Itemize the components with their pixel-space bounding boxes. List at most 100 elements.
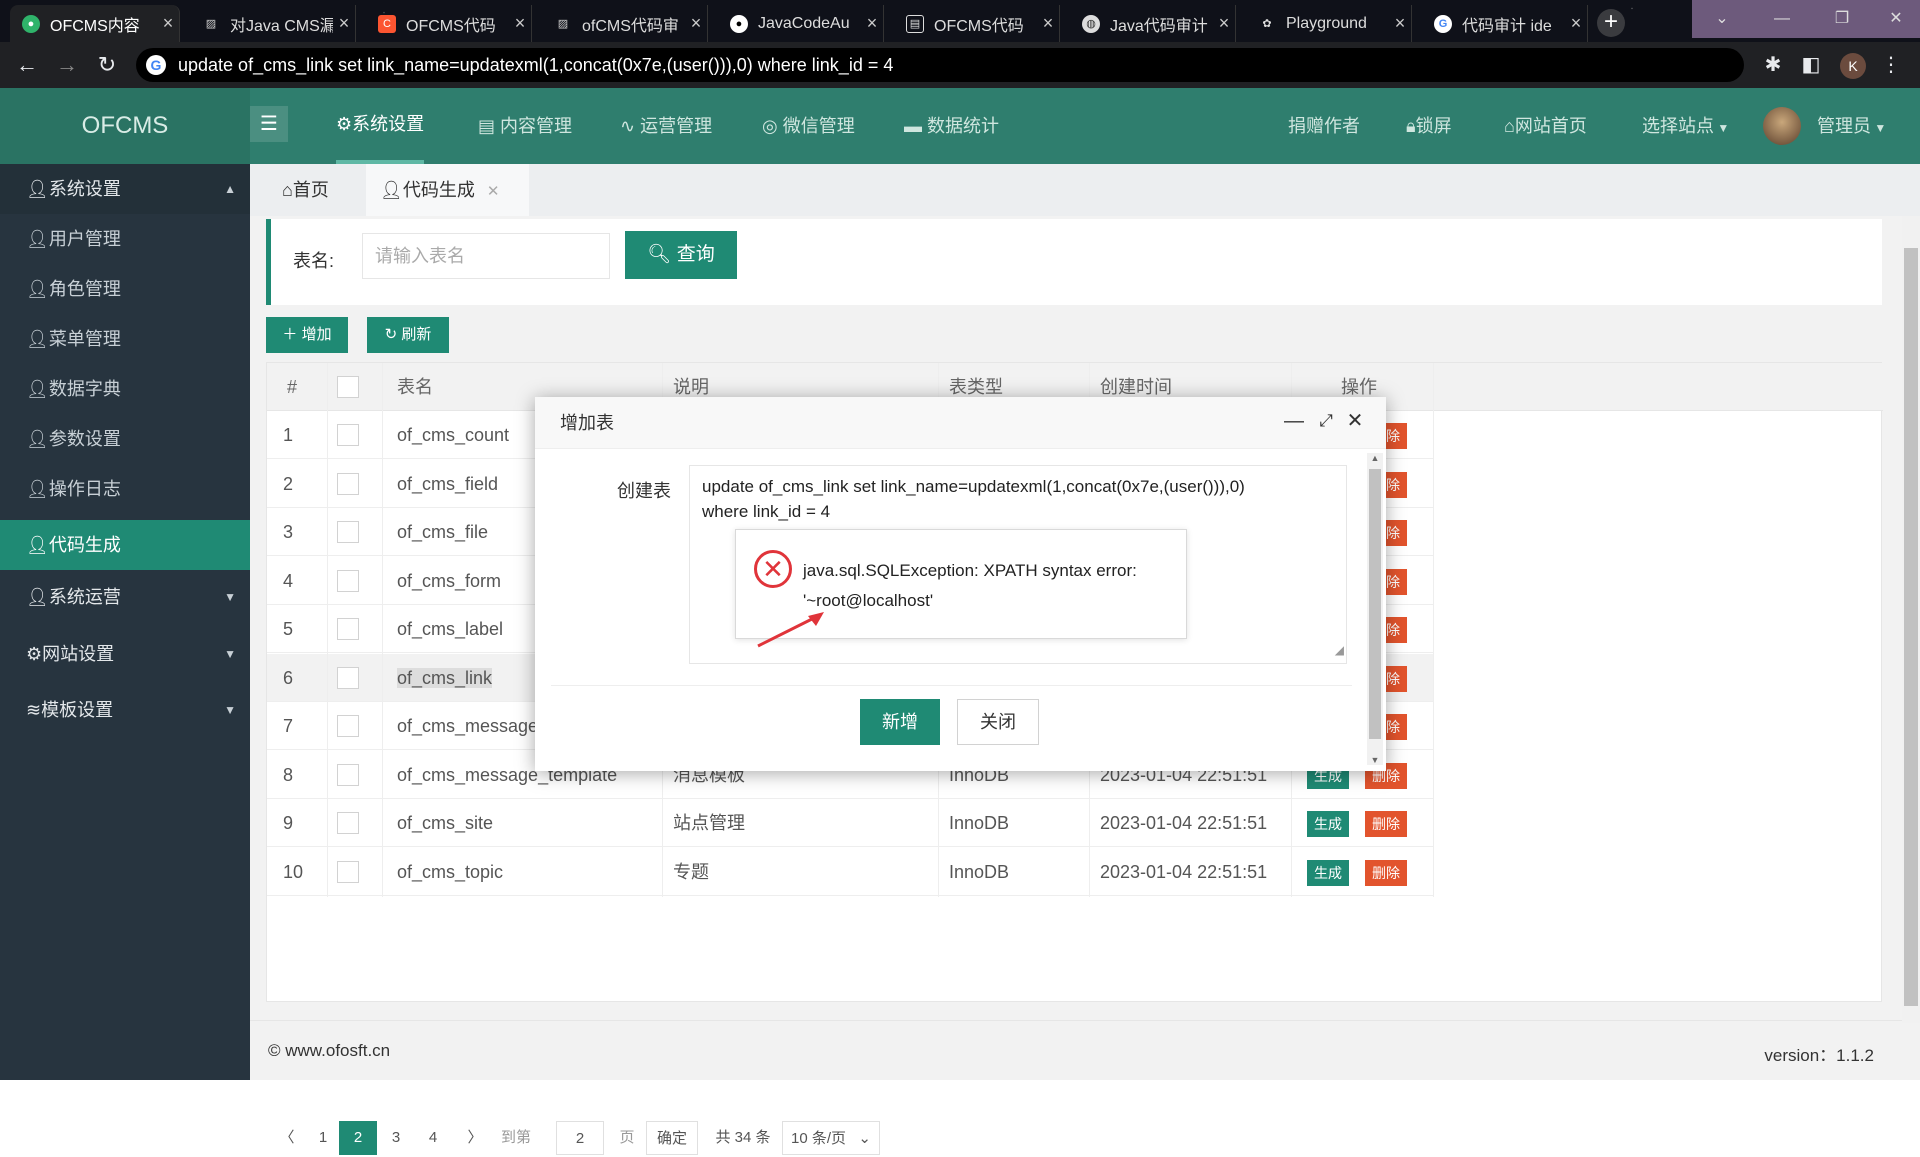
page-2-current[interactable]: 2 xyxy=(339,1121,377,1155)
browser-tab-3[interactable]: ▨ ofCMS代码审 × xyxy=(542,5,708,42)
row-checkbox[interactable] xyxy=(337,812,359,834)
row-checkbox[interactable] xyxy=(337,666,359,689)
close-window-icon[interactable]: ✕ xyxy=(1872,0,1920,38)
close-icon[interactable]: × xyxy=(1565,13,1587,34)
sidebar-item-dictionary[interactable]: 👤︎数据字典 xyxy=(0,364,250,414)
new-tab-button[interactable]: + xyxy=(1597,9,1625,37)
table-row[interactable]: 10 of_cms_topic 专题 InnoDB 2023-01-04 22:51:5… xyxy=(267,848,1433,896)
delete-button[interactable]: 删除 xyxy=(1365,859,1407,886)
browser-tab-5[interactable]: ▤ OFCMS代码 × xyxy=(894,5,1060,42)
sidebar-item-users[interactable]: 👤︎用户管理 xyxy=(0,214,250,264)
refresh-button[interactable]: ↻ 刷新 xyxy=(367,317,449,353)
sidebar-group-system[interactable]: 👤︎系统设置 ▲ xyxy=(0,164,250,214)
page-3[interactable]: 3 xyxy=(383,1121,409,1155)
minimize-icon[interactable]: — xyxy=(1282,409,1306,433)
scroll-up-icon[interactable]: ▲ xyxy=(1367,453,1383,463)
extensions-icon[interactable]: ✱ xyxy=(1758,50,1788,80)
row-checkbox[interactable] xyxy=(337,569,359,592)
select-all-checkbox[interactable] xyxy=(337,376,359,398)
dialog-close-button[interactable]: 关闭 xyxy=(957,699,1039,745)
row-checkbox[interactable] xyxy=(337,521,359,543)
dialog-scrollbar[interactable]: ▲ ▼ xyxy=(1367,453,1383,765)
row-checkbox[interactable] xyxy=(337,472,359,495)
add-submit-button[interactable]: 新增 xyxy=(860,699,940,745)
row-checkbox[interactable] xyxy=(337,860,359,883)
browser-tab-7[interactable]: ✿ Playground × xyxy=(1246,5,1412,42)
close-icon[interactable]: × xyxy=(685,13,707,34)
browser-tab-4[interactable]: ● JavaCodeAu × xyxy=(718,5,884,42)
page-tab-home[interactable]: ⌂首页 xyxy=(268,164,343,216)
forward-icon[interactable]: → xyxy=(52,50,82,80)
close-icon[interactable]: × xyxy=(333,13,355,34)
browser-tab-6[interactable]: ◍ Java代码审计 × xyxy=(1070,5,1236,42)
close-icon[interactable]: × xyxy=(1037,13,1059,34)
maximize-icon[interactable]: ⤢ xyxy=(1314,409,1338,433)
generate-button[interactable]: 生成 xyxy=(1307,811,1349,837)
page-1[interactable]: 1 xyxy=(310,1121,336,1155)
row-checkbox[interactable] xyxy=(337,618,359,640)
sidebar-group-templates[interactable]: ≋模板设置 ▼ xyxy=(0,685,250,735)
close-icon[interactable]: × xyxy=(157,13,179,34)
scroll-down-icon[interactable]: ▼ xyxy=(1367,755,1383,765)
next-page-icon[interactable]: 〉 xyxy=(462,1121,488,1155)
browser-tab-0[interactable]: ● OFCMS内容 × xyxy=(10,5,180,42)
omnibox[interactable]: G update of_cms_link set link_name=updat… xyxy=(136,48,1744,82)
close-icon[interactable]: × xyxy=(1213,13,1235,34)
close-icon[interactable]: × xyxy=(1389,13,1411,34)
delete-button[interactable]: 删除 xyxy=(1365,811,1407,837)
nav-system-settings[interactable]: ⚙系统设置 xyxy=(336,88,425,164)
row-checkbox[interactable] xyxy=(337,424,359,446)
scroll-thumb[interactable] xyxy=(1904,248,1918,1006)
row-checkbox[interactable] xyxy=(337,763,359,786)
nav-content[interactable]: ▤ 内容管理 xyxy=(478,88,572,164)
page-scrollbar[interactable] xyxy=(1902,216,1920,1023)
dialog-scroll-thumb[interactable] xyxy=(1369,469,1381,739)
page-tab-codegen[interactable]: 👤︎代码生成 ✕ xyxy=(366,164,529,216)
table-row[interactable]: 9 of_cms_site 站点管理 InnoDB 2023-01-04 22:51:5… xyxy=(267,799,1433,847)
back-icon[interactable]: ← xyxy=(12,50,42,80)
row-checkbox[interactable] xyxy=(337,715,359,737)
browser-tab-8[interactable]: G 代码审计 ide × xyxy=(1422,5,1588,42)
page-4[interactable]: 4 xyxy=(420,1121,446,1155)
restore-icon[interactable]: ❐ xyxy=(1812,0,1872,38)
reload-icon[interactable]: ↻ xyxy=(92,50,122,80)
lock-screen-link[interactable]: 🔒︎锁屏 xyxy=(1406,88,1452,164)
close-icon[interactable]: ✕ xyxy=(1343,409,1367,433)
add-button[interactable]: ＋ 增加 xyxy=(266,317,348,353)
sidebar-toggle-icon[interactable]: ☰ xyxy=(250,106,288,142)
site-home-link[interactable]: ⌂网站首页 xyxy=(1504,88,1587,164)
browser-tab-2[interactable]: C OFCMS代码 × xyxy=(366,5,532,42)
select-site-dropdown[interactable]: 选择站点 ▼ xyxy=(1642,88,1729,164)
sidepanel-icon[interactable]: ◧ xyxy=(1796,50,1826,80)
sidebar-item-logs[interactable]: 👤︎操作日志 xyxy=(0,464,250,514)
nav-statistics[interactable]: ▬ 数据统计 xyxy=(904,88,999,164)
admin-avatar[interactable] xyxy=(1763,107,1801,145)
table-name-input[interactable]: 请输入表名 xyxy=(362,233,610,279)
profile-avatar[interactable]: K xyxy=(1840,53,1866,79)
admin-menu[interactable]: 管理员 ▼ xyxy=(1817,88,1886,164)
nav-operations[interactable]: ∿ 运营管理 xyxy=(620,88,712,164)
sidebar-group-website[interactable]: ⚙网站设置 ▼ xyxy=(0,629,250,679)
goto-page-input[interactable]: 2 xyxy=(556,1121,604,1155)
prev-page-icon[interactable]: 〈 xyxy=(274,1121,300,1155)
page-size-select[interactable]: 10 条/页 ⌄ xyxy=(782,1121,880,1155)
sidebar-group-operations[interactable]: 👤︎系统运营 ▼ xyxy=(0,572,250,622)
donate-link[interactable]: 捐赠作者 xyxy=(1288,88,1360,164)
tab-search-icon[interactable]: ⌄ xyxy=(1692,0,1752,38)
nav-wechat[interactable]: ◎ 微信管理 xyxy=(762,88,855,164)
resize-handle-icon[interactable]: ◢ xyxy=(1335,638,1344,663)
sidebar-item-menus[interactable]: 👤︎菜单管理 xyxy=(0,314,250,364)
close-icon[interactable]: ✕ xyxy=(487,183,500,200)
close-icon[interactable]: × xyxy=(861,13,883,34)
sidebar-item-codegen[interactable]: 👤︎代码生成 xyxy=(0,520,250,570)
row-index: 3 xyxy=(283,522,294,542)
goto-confirm-button[interactable]: 确定 xyxy=(646,1121,698,1155)
sidebar-item-roles[interactable]: 👤︎角色管理 xyxy=(0,264,250,314)
close-icon[interactable]: × xyxy=(509,13,531,34)
query-button[interactable]: 🔍︎ 查询 xyxy=(625,231,737,279)
browser-tab-1[interactable]: ▨ 对Java CMS漏 × xyxy=(190,5,356,42)
minimize-icon[interactable]: — xyxy=(1752,0,1812,38)
sidebar-item-params[interactable]: 👤︎参数设置 xyxy=(0,414,250,464)
menu-dots-icon[interactable]: ⋮ xyxy=(1876,50,1906,80)
generate-button[interactable]: 生成 xyxy=(1307,859,1349,886)
